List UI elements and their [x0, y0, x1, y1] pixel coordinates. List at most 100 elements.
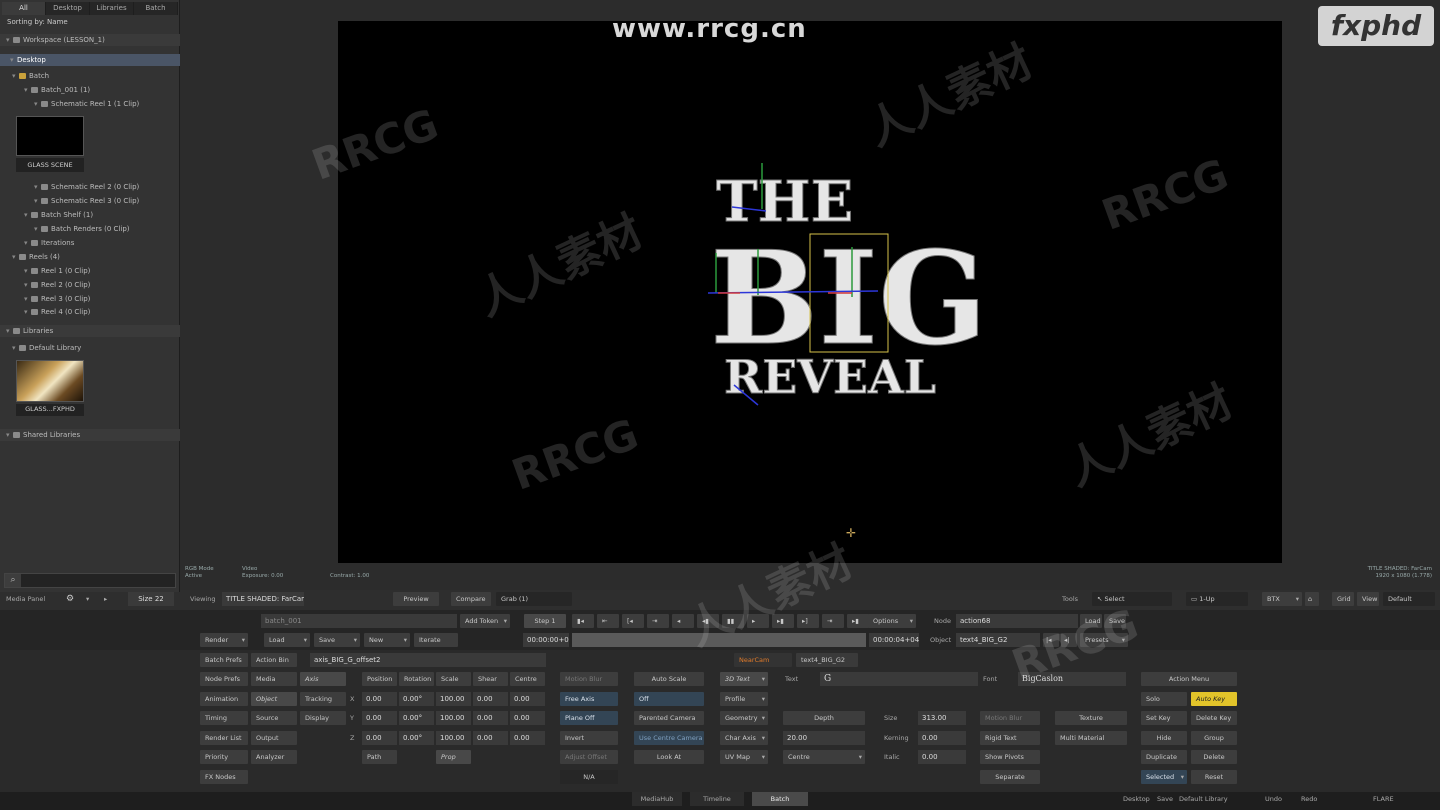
tree-reels[interactable]: ▾ Reels (4) [0, 251, 180, 263]
preview-button[interactable]: Preview [393, 592, 439, 606]
centre-y-field[interactable]: 0.00 [510, 711, 545, 725]
iterate-button[interactable]: Iterate [414, 633, 458, 647]
node-load-button[interactable]: Load [1080, 614, 1102, 628]
prop-button[interactable]: Prop [436, 750, 471, 764]
analyzer-tab[interactable]: Analyzer [251, 750, 297, 764]
set-in-icon[interactable]: ⇤ [597, 614, 619, 628]
tree-workspace[interactable]: ▾ Workspace (LESSON_1) [0, 34, 180, 46]
set-key-button[interactable]: Set Key [1141, 711, 1187, 725]
texture-button[interactable]: Texture [1055, 711, 1127, 725]
tree-schematic-reel-1[interactable]: ▾ Schematic Reel 1 (1 Clip) [0, 98, 180, 110]
tab-batch-main[interactable]: Batch [752, 792, 808, 806]
media-tab[interactable]: Media [251, 672, 297, 686]
colorspace-select[interactable]: BTX [1262, 592, 1302, 606]
rigid-text-button[interactable]: Rigid Text [980, 731, 1040, 745]
look-at-button[interactable]: Look At [634, 750, 704, 764]
tree-batch[interactable]: ▾ Batch [0, 70, 180, 82]
batch-load-button[interactable]: Load [264, 633, 310, 647]
render-button[interactable]: Render [200, 633, 248, 647]
media-search-input[interactable]: ⌕ [4, 573, 176, 588]
stop-icon[interactable]: ▮▮ [722, 614, 744, 628]
tab-desktop[interactable]: Desktop [46, 2, 90, 15]
tab-text-object[interactable]: text4_BIG_G2 [796, 653, 858, 667]
axis-name-field[interactable]: axis_BIG_G_offset2 [310, 653, 546, 667]
multi-material-button[interactable]: Multi Material [1055, 731, 1127, 745]
grab-button[interactable]: Grab (1) [496, 592, 572, 606]
layout-button[interactable]: ▭ 1-Up [1186, 592, 1248, 606]
chevron-right-icon[interactable]: ▸ [104, 592, 107, 606]
tab-nearcam[interactable]: NearCam [734, 653, 792, 667]
action-menu-button[interactable]: Action Menu [1141, 672, 1237, 686]
tree-batch-001[interactable]: ▾ Batch_001 (1) [0, 84, 180, 96]
shear-y-field[interactable]: 0.00 [473, 711, 508, 725]
frame-back-icon[interactable]: ◂▮ [697, 614, 719, 628]
clip-thumbnail-glass-scene[interactable] [16, 116, 84, 156]
view-button[interactable]: View [1357, 592, 1379, 606]
text-motion-blur-button[interactable]: Motion Blur [980, 711, 1040, 725]
reset-button[interactable]: Reset [1191, 770, 1237, 784]
tree-reel-3[interactable]: ▾ Reel 3 (0 Clip) [0, 293, 180, 305]
auto-scale-mode[interactable]: Off [634, 692, 704, 706]
desktop-button[interactable]: Desktop [1120, 792, 1153, 806]
selected-select[interactable]: Selected [1141, 770, 1187, 784]
tree-reel-4[interactable]: ▾ Reel 4 (0 Clip) [0, 306, 180, 318]
default-view-select[interactable]: Default [1383, 592, 1435, 606]
profile-tab[interactable]: Profile [720, 692, 768, 706]
prev-object-icon[interactable]: |◂ [1043, 633, 1059, 647]
free-axis-button[interactable]: Free Axis [560, 692, 618, 706]
clip-thumbnail-glass-fxphd[interactable] [16, 360, 84, 402]
font-value-field[interactable]: BigCaslon [1018, 672, 1126, 686]
presets-button[interactable]: Presets [1080, 633, 1128, 647]
kerning-field[interactable]: 0.00 [918, 731, 966, 745]
tree-iterations[interactable]: ▾ Iterations [0, 237, 180, 249]
animation-button[interactable]: Animation [200, 692, 248, 706]
tab-mediahub[interactable]: MediaHub [632, 792, 682, 806]
path-button[interactable]: Path [362, 750, 397, 764]
tab-all[interactable]: All [2, 2, 46, 15]
tree-libraries[interactable]: ▾ Libraries [0, 325, 180, 337]
frame-forward-icon[interactable]: ▸▮ [772, 614, 794, 628]
media-panel-label[interactable]: Media Panel [6, 592, 45, 606]
set-out-icon[interactable]: ⇥ [822, 614, 844, 628]
play-icon[interactable]: ▸ [747, 614, 769, 628]
tree-batch-shelf[interactable]: ▾ Batch Shelf (1) [0, 209, 180, 221]
use-centre-camera-button[interactable]: Use Centre Camera [634, 731, 704, 745]
node-name-field[interactable]: action68 [956, 614, 1078, 628]
shear-x-field[interactable]: 0.00 [473, 692, 508, 706]
compare-button[interactable]: Compare [451, 592, 491, 606]
priority-button[interactable]: Priority [200, 750, 248, 764]
geometry-tab[interactable]: Geometry [720, 711, 768, 725]
redo-button[interactable]: Redo [1298, 792, 1320, 806]
start-icon[interactable]: [◂ [622, 614, 644, 628]
solo-button[interactable]: Solo [1141, 692, 1187, 706]
auto-key-button[interactable]: Auto Key [1191, 692, 1237, 706]
batch-save-button[interactable]: Save [314, 633, 360, 647]
object-tab[interactable]: Object [251, 692, 297, 706]
italic-field[interactable]: 0.00 [918, 750, 966, 764]
grid-button[interactable]: Grid [1332, 592, 1354, 606]
add-token-button[interactable]: Add Token [460, 614, 510, 628]
size-field[interactable]: 313.00 [918, 711, 966, 725]
depth-field[interactable]: 20.00 [783, 731, 865, 745]
adjust-offset-button[interactable]: Adjust Offset [560, 750, 618, 764]
group-button[interactable]: Group [1191, 731, 1237, 745]
scale-y-field[interactable]: 100.00 [436, 711, 471, 725]
motion-blur-button[interactable]: Motion Blur [560, 672, 618, 686]
show-pivots-button[interactable]: Show Pivots [980, 750, 1040, 764]
rot-y-field[interactable]: 0.00° [399, 711, 434, 725]
viewport[interactable]: THE BIG REVEAL ✛ [338, 21, 1282, 563]
output-tab[interactable]: Output [251, 731, 297, 745]
batch-name-field[interactable]: batch_001 [261, 614, 457, 628]
tab-batch[interactable]: Batch [134, 2, 178, 15]
pos-x-field[interactable]: 0.00 [362, 692, 397, 706]
pos-y-field[interactable]: 0.00 [362, 711, 397, 725]
prev-key-icon[interactable]: ▮◂ [572, 614, 594, 628]
node-save-button[interactable]: Save [1104, 614, 1126, 628]
render-list-button[interactable]: Render List [200, 731, 248, 745]
viewing-select[interactable]: TITLE SHADED: FarCam [222, 592, 304, 606]
timecode-out-field[interactable]: 00:00:04+04 [869, 633, 919, 647]
step-field[interactable]: Step 1 [524, 614, 566, 628]
tree-reel-1[interactable]: ▾ Reel 1 (0 Clip) [0, 265, 180, 277]
tree-schematic-reel-3[interactable]: ▾ Schematic Reel 3 (0 Clip) [0, 195, 180, 207]
tree-desktop[interactable]: ▾ Desktop [0, 54, 180, 66]
